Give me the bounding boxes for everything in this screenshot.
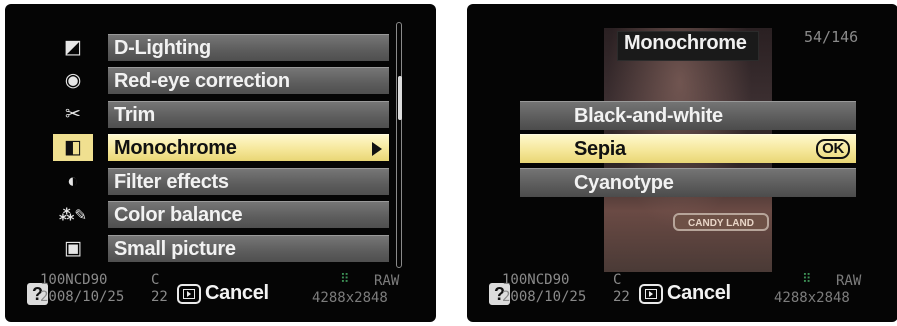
menu-item-label: Trim xyxy=(114,104,156,126)
image-quality-icon: ⠿ xyxy=(340,271,350,286)
menu-item-red-eye-correction[interactable]: Red-eye correction xyxy=(108,67,389,94)
image-quality-icon: ⠿ xyxy=(802,271,812,286)
image-quality-label: RAW xyxy=(374,273,400,289)
option-label: Black-and-white xyxy=(574,105,723,127)
image-resolution: 4288x2848 xyxy=(312,290,388,306)
scissors-icon: ✂ xyxy=(65,104,81,125)
d-lighting-icon: ◩ xyxy=(64,37,82,58)
capture-date: 2008/10/25 xyxy=(502,289,587,305)
option-label: Cyanotype xyxy=(574,172,674,194)
capture-time: 22 xyxy=(613,289,630,305)
retouch-menu-screen: ◩ D-Lighting ◉ Red-eye correction ✂ Trim… xyxy=(5,4,436,322)
capture-date: 2008/10/25 xyxy=(40,289,125,305)
filter-drop-icon: ◐ xyxy=(67,170,79,192)
menu-item-label: D-Lighting xyxy=(114,37,211,59)
image-quality-label: RAW xyxy=(836,273,862,289)
menu-item-label: Filter effects xyxy=(114,171,229,193)
menu-item-label: Red-eye correction xyxy=(114,70,290,92)
option-label: Sepia xyxy=(574,138,626,160)
monochrome-submenu-screen: CANDY LAND Monochrome 54/146 Black-and-w… xyxy=(467,4,897,322)
menu-item-filter-effects[interactable]: Filter effects xyxy=(108,168,389,195)
submenu-title: Monochrome xyxy=(624,32,747,54)
capture-time-partial: C xyxy=(613,272,622,288)
monochrome-icon: ◧ xyxy=(53,134,93,161)
color-balance-icon: ⁂✎ xyxy=(59,206,87,224)
folder-name: 100NCD90 xyxy=(502,272,570,288)
capture-time-partial: C xyxy=(151,272,160,288)
eye-icon: ◉ xyxy=(64,70,82,91)
option-black-and-white[interactable]: Black-and-white xyxy=(520,101,856,130)
folder-name: 100NCD90 xyxy=(40,272,108,288)
scrollbar-thumb[interactable] xyxy=(398,76,402,120)
menu-item-label: Monochrome xyxy=(114,137,237,159)
capture-time: 22 xyxy=(151,289,168,305)
photo-sign: CANDY LAND xyxy=(673,213,769,231)
cancel-button[interactable]: Cancel xyxy=(639,282,731,305)
option-sepia[interactable]: Sepia OK xyxy=(520,134,856,163)
cancel-label: Cancel xyxy=(667,282,731,304)
image-counter: 54/146 xyxy=(804,28,859,46)
cancel-label: Cancel xyxy=(205,282,269,304)
small-picture-icon: ▣ xyxy=(64,238,82,259)
image-resolution: 4288x2848 xyxy=(774,290,850,306)
playback-key-icon xyxy=(177,283,201,304)
menu-item-label: Color balance xyxy=(114,204,243,226)
menu-item-label: Small picture xyxy=(114,238,236,260)
cancel-button[interactable]: Cancel xyxy=(177,282,269,305)
playback-key-icon xyxy=(639,283,663,304)
option-cyanotype[interactable]: Cyanotype xyxy=(520,168,856,197)
menu-item-color-balance[interactable]: Color balance xyxy=(108,201,389,228)
menu-item-monochrome[interactable]: Monochrome xyxy=(108,134,389,161)
menu-item-d-lighting[interactable]: D-Lighting xyxy=(108,34,389,61)
menu-item-trim[interactable]: Trim xyxy=(108,101,389,128)
ok-button-icon: OK xyxy=(816,139,850,159)
menu-item-small-picture[interactable]: Small picture xyxy=(108,235,389,262)
chevron-right-icon xyxy=(372,142,382,156)
menu-scrollbar[interactable] xyxy=(396,22,402,268)
